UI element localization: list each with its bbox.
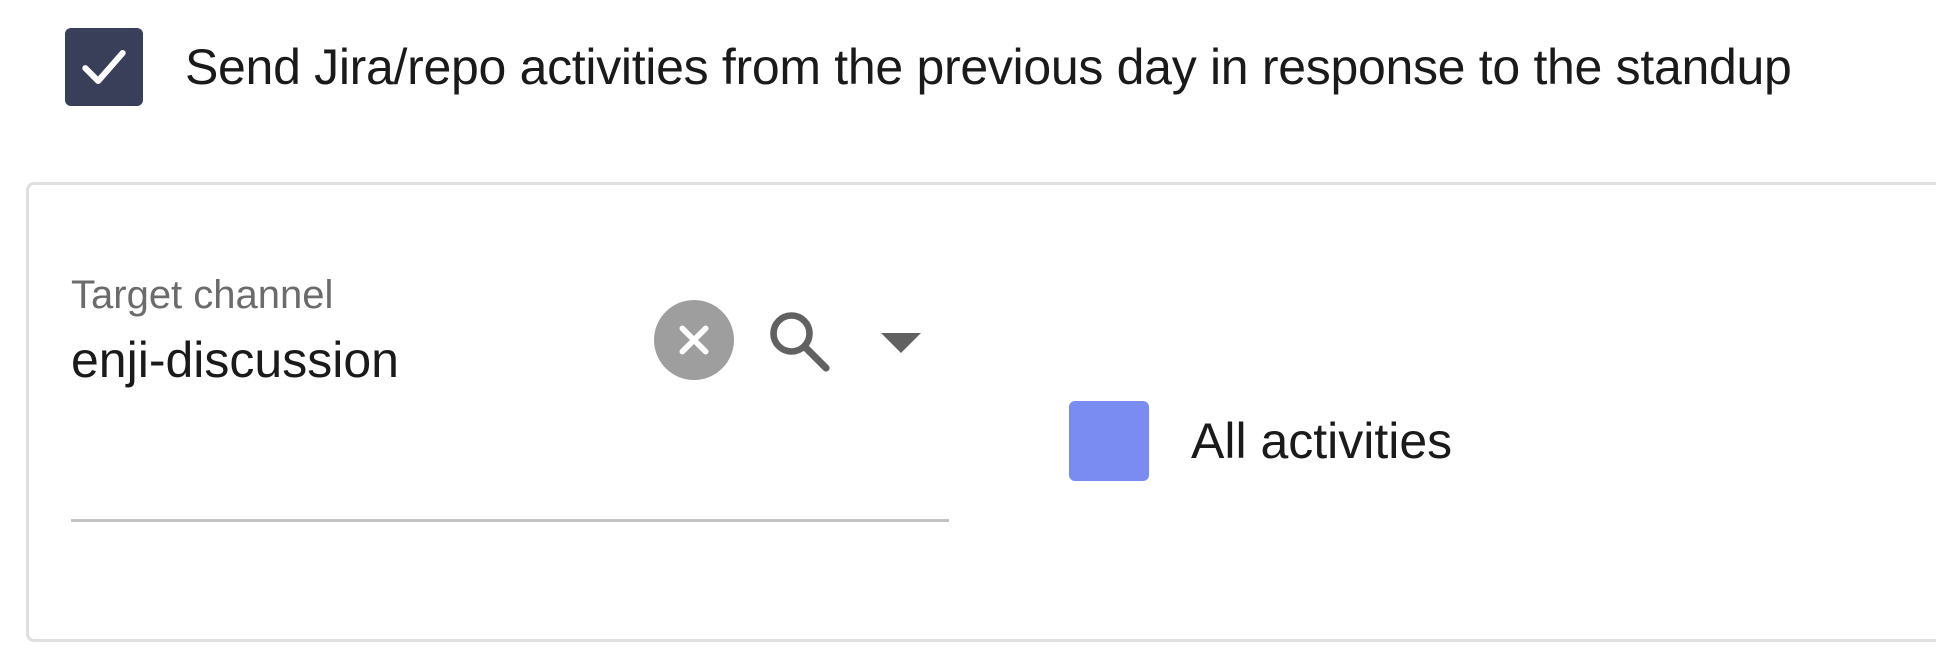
caret-down-icon <box>881 333 921 353</box>
standup-activities-checkbox[interactable] <box>65 28 143 106</box>
search-button[interactable] <box>759 301 839 381</box>
target-channel-input[interactable]: enji-discussion <box>71 331 399 389</box>
dropdown-button[interactable] <box>871 321 931 365</box>
all-activities-checkbox[interactable] <box>1069 401 1149 481</box>
standup-activities-option[interactable]: Send Jira/repo activities from the previ… <box>65 28 1792 106</box>
close-icon <box>679 325 709 355</box>
check-icon <box>82 49 126 85</box>
target-channel-label: Target channel <box>71 273 334 317</box>
field-underline <box>71 519 949 522</box>
all-activities-option[interactable]: All activities <box>1069 401 1452 481</box>
search-icon <box>770 312 830 372</box>
page: Send Jira/repo activities from the previ… <box>0 0 1936 652</box>
target-channel-field[interactable]: Target channel enji-discussion <box>71 273 949 522</box>
all-activities-label: All activities <box>1191 413 1453 469</box>
standup-activities-label: Send Jira/repo activities from the previ… <box>185 39 1792 95</box>
settings-card: Target channel enji-discussion All activ… <box>26 182 1936 642</box>
clear-button[interactable] <box>654 300 734 380</box>
